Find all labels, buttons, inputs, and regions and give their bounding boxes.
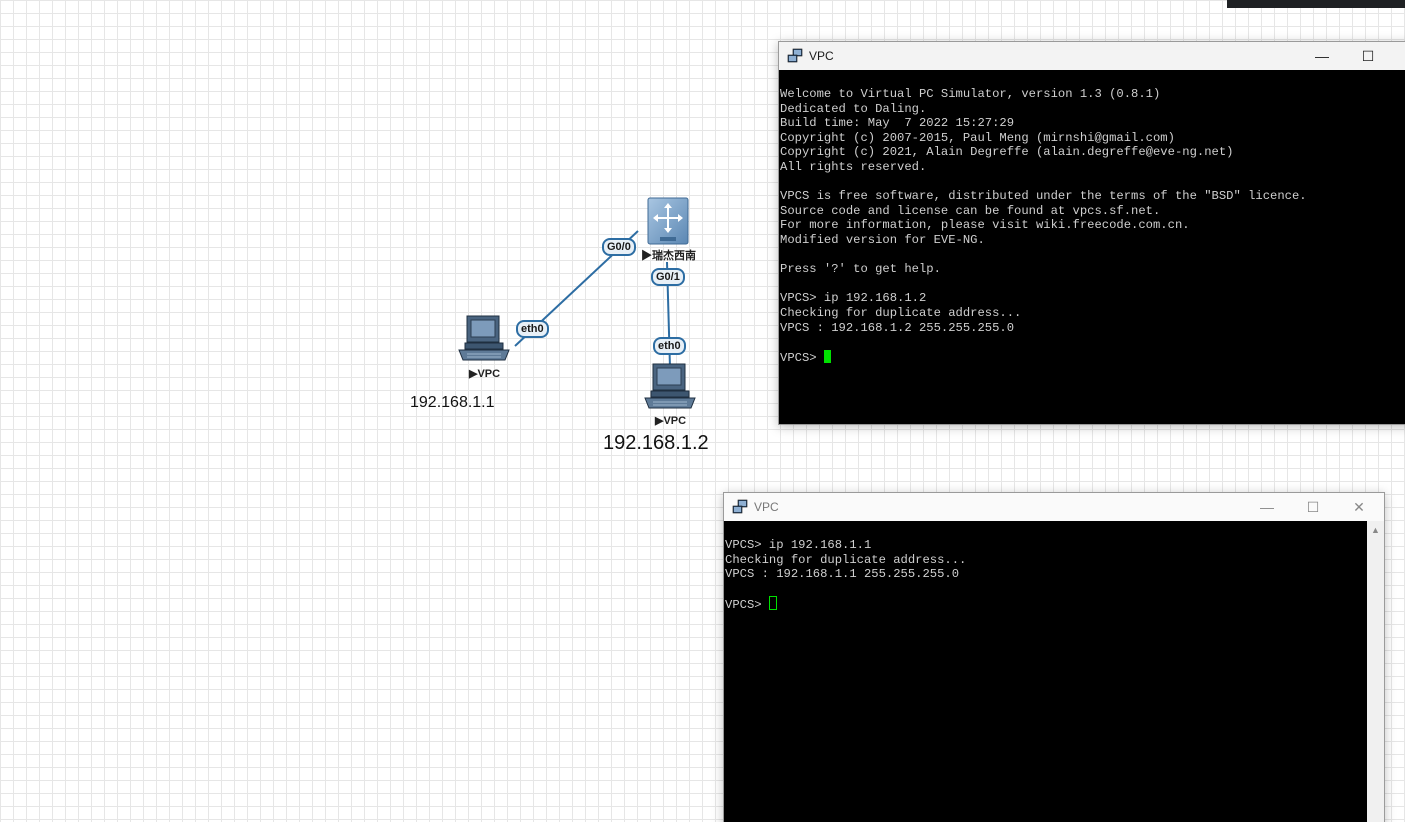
terminal-line: Build time: May 7 2022 15:27:29 (780, 116, 1015, 131)
terminal-cursor (768, 596, 777, 611)
terminal-output: VPCS> ip 192.168.1.1 Checking for duplic… (724, 521, 1384, 613)
close-button[interactable]: ✕ (1336, 493, 1382, 521)
vpc1-ip-label: 192.168.1.1 (410, 394, 495, 411)
terminal-line: Copyright (c) 2007-2015, Paul Meng (mirn… (780, 130, 1175, 145)
minimize-button[interactable]: — (1299, 42, 1345, 70)
vpc1-label[interactable]: ▶VPC (469, 367, 500, 380)
port-label-eth0-vpc1: eth0 (516, 320, 549, 338)
terminal-prompt: VPCS> (725, 598, 769, 613)
vpc2-ip-label: 192.168.1.2 (603, 432, 709, 454)
terminal-body[interactable]: Welcome to Virtual PC Simulator, version… (779, 70, 1405, 424)
terminal-prompt: VPCS> (780, 350, 824, 365)
window-title: VPC (809, 49, 834, 63)
terminal-line: Copyright (c) 2021, Alain Degreffe (alai… (780, 145, 1234, 160)
layer3-switch-icon[interactable] (647, 197, 689, 245)
terminal-body[interactable]: VPCS> ip 192.168.1.1 Checking for duplic… (724, 521, 1384, 822)
terminal-line: For more information, please visit wiki.… (780, 218, 1190, 233)
window-title: VPC (754, 500, 779, 514)
vpc-terminal-window-2[interactable]: VPC — ☐ ✕ VPCS> ip 192.168.1.1 Checking … (723, 492, 1385, 822)
window-title-bar[interactable]: VPC — ☐ (779, 42, 1405, 70)
terminal-line: VPCS : 192.168.1.2 255.255.255.0 (780, 320, 1015, 335)
port-label-eth0-vpc2: eth0 (653, 337, 686, 355)
terminal-cursor (823, 349, 831, 363)
terminal-line: Checking for duplicate address... (725, 552, 967, 567)
desktop-computer-icon[interactable] (644, 363, 696, 409)
terminal-line: VPCS : 192.168.1.1 255.255.255.0 (725, 567, 960, 582)
port-label-g0-1: G0/1 (651, 268, 685, 286)
terminal-line: All rights reserved. (780, 159, 927, 174)
terminal-line: Press '?' to get help. (780, 262, 941, 277)
desktop-computer-icon[interactable] (458, 315, 510, 361)
maximize-button[interactable]: ☐ (1345, 42, 1391, 70)
terminal-line: VPCS is free software, distributed under… (780, 189, 1307, 204)
maximize-button[interactable]: ☐ (1290, 493, 1336, 521)
terminal-line: Welcome to Virtual PC Simulator, version… (780, 87, 1161, 101)
switch-label[interactable]: ▶瑞杰西南 (641, 247, 696, 263)
terminal-line: VPCS> ip 192.168.1.1 (725, 538, 872, 552)
vertical-scrollbar[interactable]: ▲ (1367, 521, 1384, 822)
terminal-line: Dedicated to Daling. (780, 101, 927, 116)
port-label-g0-0: G0/0 (602, 238, 636, 256)
minimize-button[interactable]: — (1244, 493, 1290, 521)
scroll-up-arrow-icon[interactable]: ▲ (1371, 525, 1380, 535)
network-monitors-icon (787, 48, 803, 63)
terminal-output: Welcome to Virtual PC Simulator, version… (779, 70, 1405, 365)
vpc-terminal-window-1[interactable]: VPC — ☐ Welcome to Virtual PC Simulator,… (778, 41, 1405, 425)
terminal-line: Source code and license can be found at … (780, 203, 1161, 218)
terminal-line: VPCS> ip 192.168.1.2 (780, 291, 927, 306)
terminal-line: Checking for duplicate address... (780, 305, 1022, 320)
window-title-bar[interactable]: VPC — ☐ ✕ (724, 493, 1384, 521)
network-monitors-icon (732, 499, 748, 514)
terminal-line: Modified version for EVE-NG. (780, 232, 985, 247)
vpc2-label[interactable]: ▶VPC (655, 414, 686, 427)
